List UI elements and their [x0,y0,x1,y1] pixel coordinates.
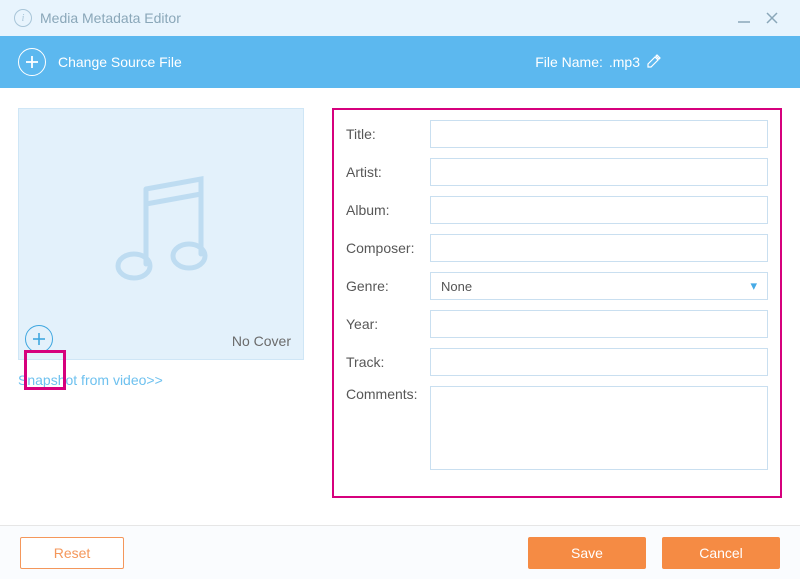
no-cover-label: No Cover [232,333,291,349]
minimize-button[interactable] [730,10,758,26]
reset-button[interactable]: Reset [20,537,124,569]
artist-row: Artist: [346,158,768,186]
year-row: Year: [346,310,768,338]
toolbar: Change Source File File Name: .mp3 [0,36,800,88]
titlebar: i Media Metadata Editor [0,0,800,36]
title-input[interactable] [430,120,768,148]
file-name-label: File Name: [535,54,603,70]
change-source-button[interactable]: Change Source File [58,54,182,70]
artist-input[interactable] [430,158,768,186]
comments-row: Comments: [346,386,768,470]
year-input[interactable] [430,310,768,338]
file-name-value: .mp3 [609,54,640,70]
cover-art-box: No Cover [18,108,304,360]
app-title: Media Metadata Editor [40,10,181,26]
chevron-down-icon: ▾ [750,278,757,294]
composer-label: Composer: [346,240,430,256]
main-content: No Cover Snapshot from video>> Title: Ar… [0,88,800,508]
composer-row: Composer: [346,234,768,262]
snapshot-from-video-link[interactable]: Snapshot from video>> [18,372,163,388]
album-row: Album: [346,196,768,224]
track-input[interactable] [430,348,768,376]
comments-input[interactable] [430,386,768,470]
close-button[interactable] [758,10,786,26]
album-label: Album: [346,202,430,218]
title-label: Title: [346,126,430,142]
album-input[interactable] [430,196,768,224]
edit-filename-icon[interactable] [646,53,662,72]
artist-label: Artist: [346,164,430,180]
genre-row: Genre: None ▾ [346,272,768,300]
comments-label: Comments: [346,386,430,402]
save-button[interactable]: Save [528,537,646,569]
add-cover-button[interactable] [25,325,53,353]
cover-column: No Cover Snapshot from video>> [18,108,308,498]
change-source-plus-icon[interactable] [18,48,46,76]
year-label: Year: [346,316,430,332]
music-note-icon [91,164,231,304]
cancel-button[interactable]: Cancel [662,537,780,569]
title-row: Title: [346,120,768,148]
track-row: Track: [346,348,768,376]
genre-value: None [441,279,472,294]
file-name-display: File Name: .mp3 [535,53,662,72]
footer: Reset Save Cancel [0,525,800,579]
metadata-form: Title: Artist: Album: Composer: Genre: N… [332,108,782,498]
composer-input[interactable] [430,234,768,262]
genre-label: Genre: [346,278,430,294]
genre-select[interactable]: None ▾ [430,272,768,300]
info-icon: i [14,9,32,27]
track-label: Track: [346,354,430,370]
